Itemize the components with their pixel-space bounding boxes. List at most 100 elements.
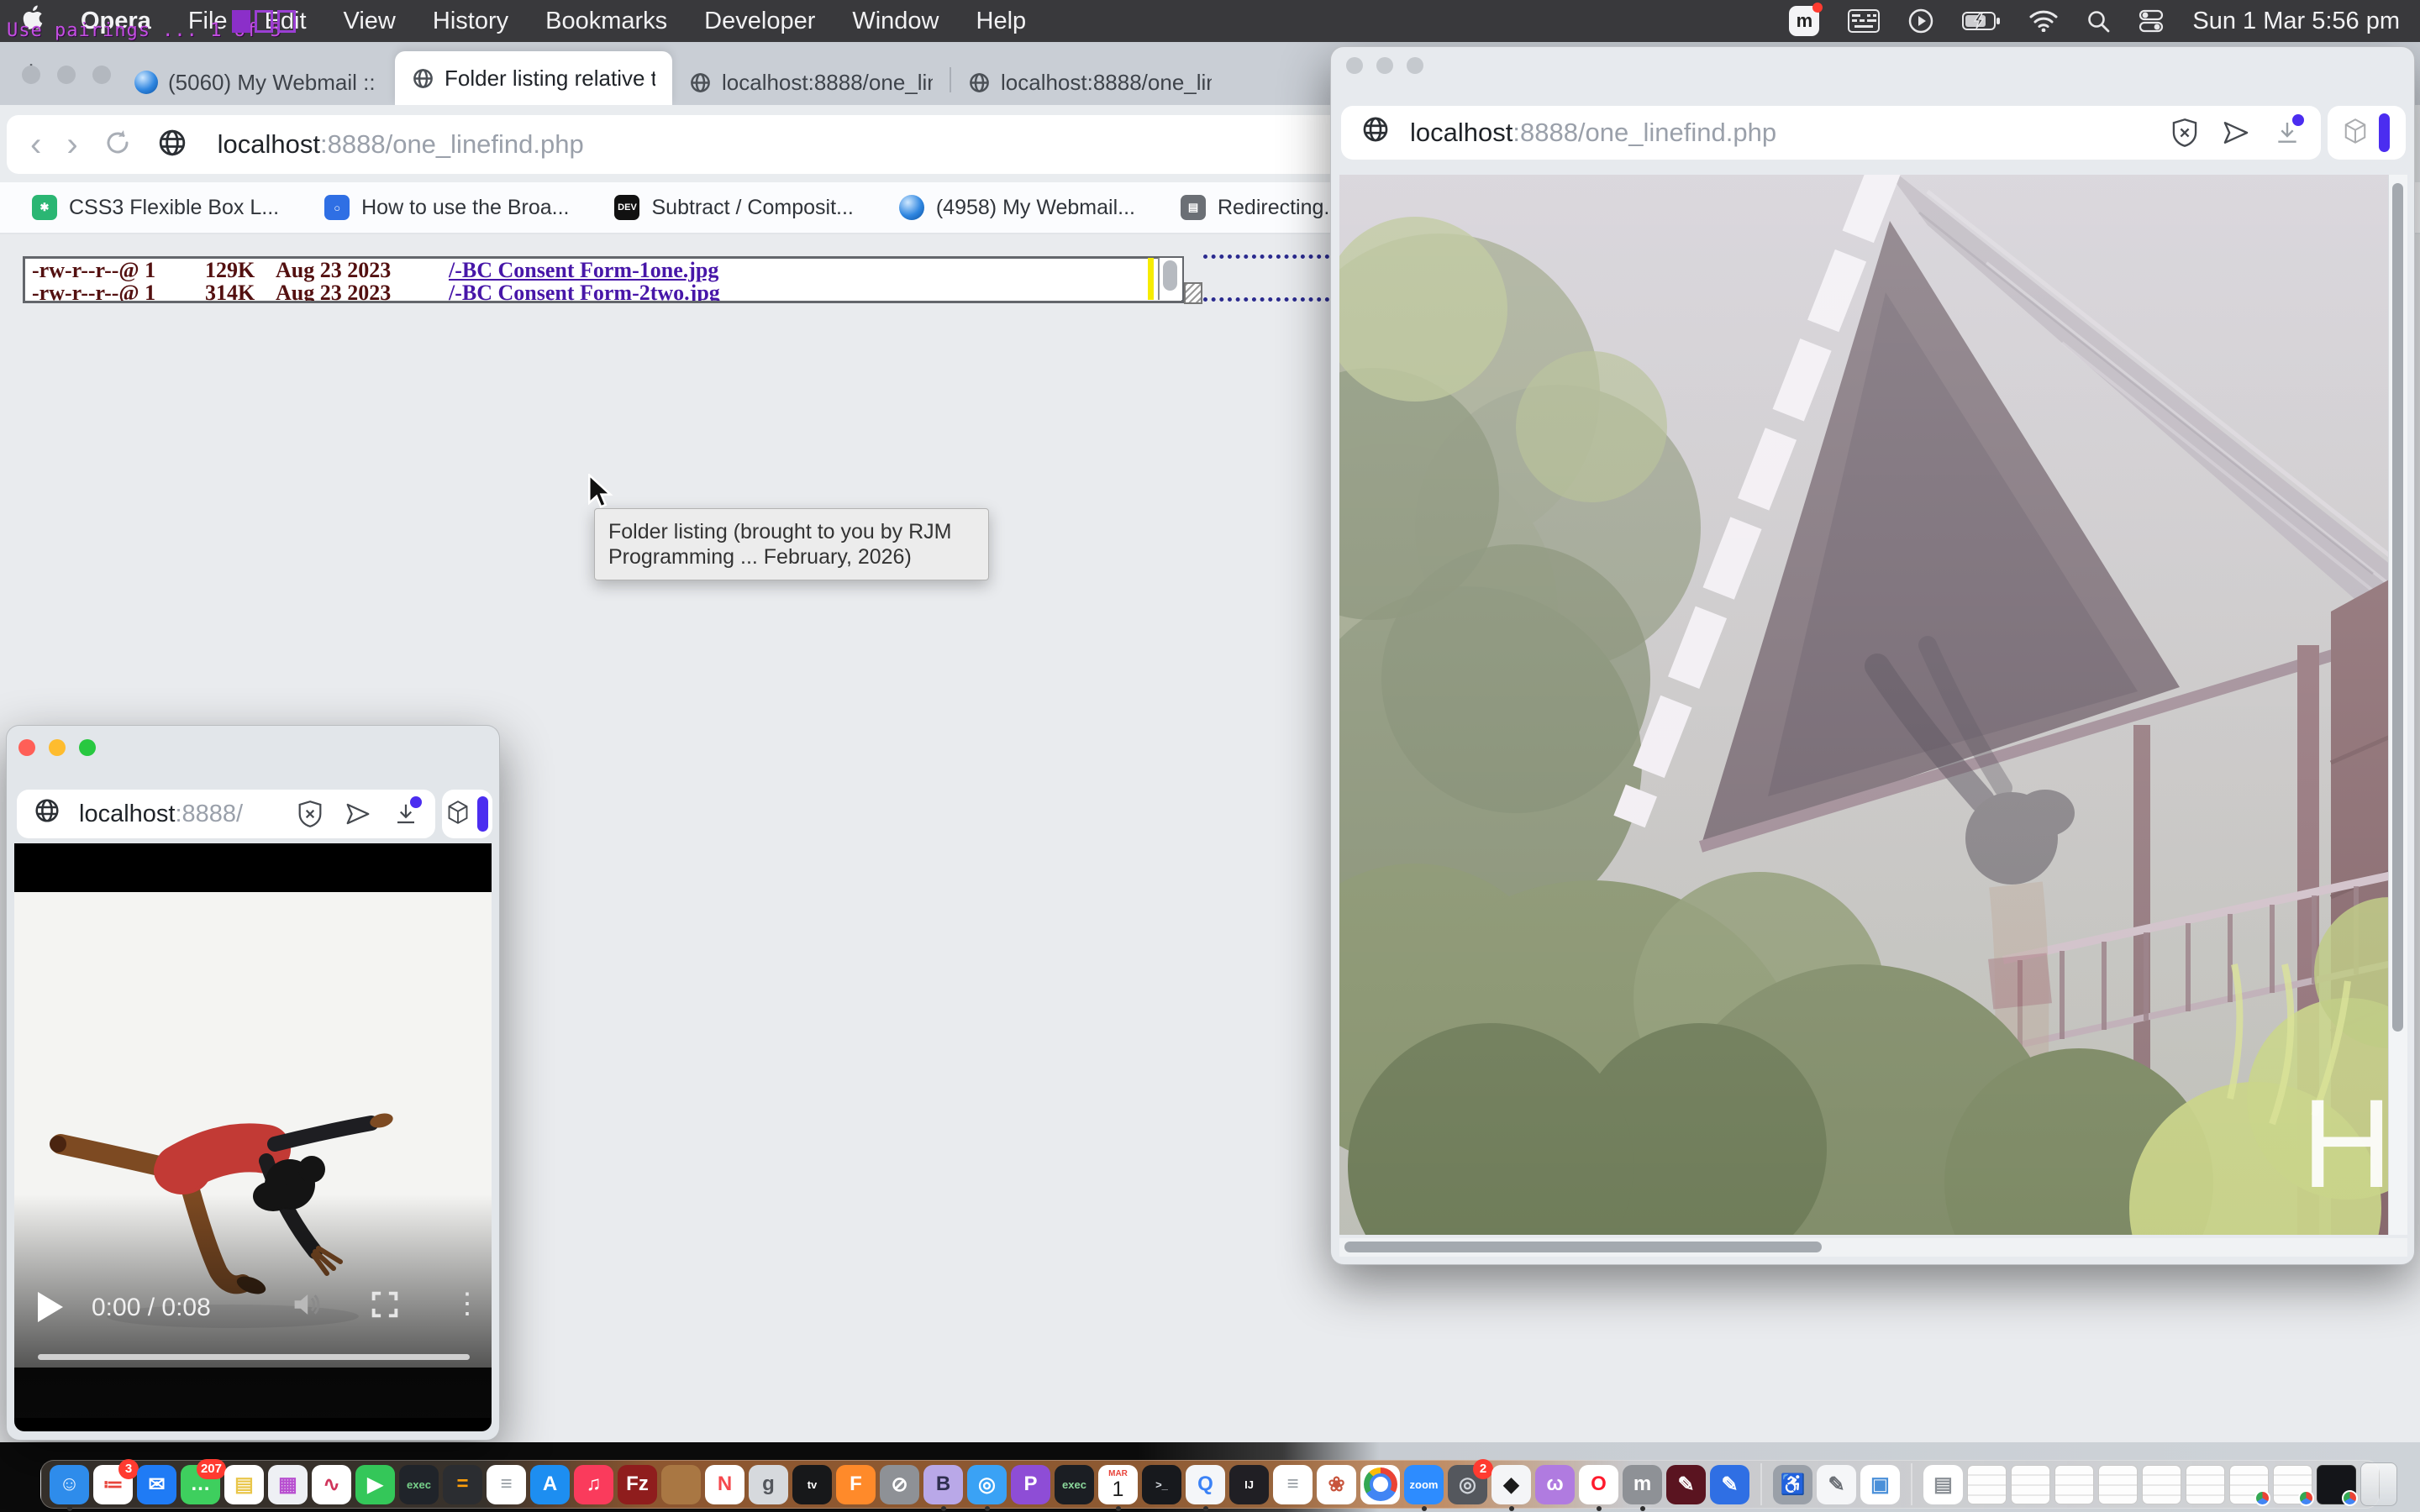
- window-controls[interactable]: [22, 66, 111, 84]
- close-button[interactable]: [22, 66, 40, 84]
- close-button[interactable]: [18, 739, 35, 756]
- min-window-8[interactable]: [2273, 1465, 2312, 1504]
- bbedit-icon[interactable]: B: [923, 1465, 963, 1504]
- tab-2[interactable]: Folder listing relative to: [395, 51, 672, 105]
- play-circle-icon[interactable]: [1908, 8, 1933, 34]
- send-to-device-icon[interactable]: [2222, 119, 2250, 146]
- small-extensions-pill[interactable]: [442, 790, 492, 838]
- no-entry-icon[interactable]: ⊘: [880, 1465, 919, 1504]
- small-window-controls[interactable]: [18, 739, 96, 756]
- download-icon[interactable]: [2274, 119, 2301, 146]
- large-address-bar[interactable]: localhost:8888/one_linefind.php: [1341, 106, 2321, 160]
- listing-scrollbar[interactable]: [1158, 258, 1182, 300]
- send-to-device-icon[interactable]: [345, 801, 371, 827]
- bookmark-broadcast[interactable]: ○How to use the Broa...: [324, 195, 569, 220]
- quicktime-icon[interactable]: Q: [1186, 1465, 1225, 1504]
- menu-item-developer[interactable]: Developer: [704, 8, 815, 35]
- menu-item-history[interactable]: History: [433, 8, 508, 35]
- file-link[interactable]: /-BC Consent Form-1one.jpg: [449, 258, 718, 282]
- document-stack-icon[interactable]: ▤: [1923, 1465, 1963, 1504]
- bookmark-webmail[interactable]: (4958) My Webmail...: [899, 195, 1135, 220]
- min-window-1[interactable]: [1967, 1465, 2007, 1504]
- health-wave-icon[interactable]: ∿: [312, 1465, 351, 1504]
- url-text[interactable]: localhost:8888/: [79, 801, 243, 828]
- back-button[interactable]: ‹: [30, 128, 41, 161]
- control-center-icon[interactable]: [2139, 8, 2164, 34]
- textedit-2-icon[interactable]: ≡: [1273, 1465, 1313, 1504]
- wifi-icon[interactable]: [2029, 10, 2058, 32]
- listing-resize-handle[interactable]: [1184, 282, 1202, 304]
- min-window-4[interactable]: [2098, 1465, 2138, 1504]
- tab-1[interactable]: (5060) My Webmail :: Inb: [118, 60, 395, 105]
- min-window-5[interactable]: [2142, 1465, 2181, 1504]
- music-icon[interactable]: ♫: [574, 1465, 613, 1504]
- file-link[interactable]: /-BC Consent Form-2two.jpg: [449, 281, 720, 303]
- zoom-button[interactable]: [79, 739, 96, 756]
- tab-4[interactable]: localhost:8888/one_line: [951, 60, 1228, 105]
- terminal-prompt-icon[interactable]: >_: [1142, 1465, 1181, 1504]
- min-window-black[interactable]: [2317, 1465, 2356, 1504]
- large-extensions-pill[interactable]: [2328, 106, 2406, 160]
- forward-button[interactable]: ›: [66, 128, 77, 161]
- bookmark-dev[interactable]: DEVSubtract / Composit...: [614, 195, 853, 220]
- trash-icon[interactable]: [2360, 1462, 2397, 1506]
- cube-icon[interactable]: [2344, 118, 2367, 148]
- cat-app-icon[interactable]: ω: [1535, 1465, 1575, 1504]
- minimize-button[interactable]: [49, 739, 66, 756]
- facetime-icon[interactable]: ▶: [355, 1465, 395, 1504]
- vertical-scrollbar[interactable]: [2388, 175, 2407, 1235]
- url-text[interactable]: localhost:8888/one_linefind.php: [1410, 118, 1776, 148]
- minimize-button[interactable]: [57, 66, 76, 84]
- textedit-icon[interactable]: ≡: [487, 1465, 526, 1504]
- large-window-controls[interactable]: [1346, 57, 1423, 74]
- min-window-3[interactable]: [2054, 1465, 2094, 1504]
- m-app-icon[interactable]: m: [1623, 1465, 1662, 1504]
- url-text[interactable]: localhost:8888/one_linefind.php: [218, 129, 584, 160]
- opera-icon[interactable]: O: [1579, 1465, 1618, 1504]
- calculator-icon[interactable]: =: [443, 1465, 482, 1504]
- intellij-icon[interactable]: IJ: [1229, 1465, 1269, 1504]
- shield-block-icon[interactable]: [297, 801, 323, 827]
- menu-clock[interactable]: Sun 1 Mar 5:56 pm: [2192, 8, 2400, 35]
- podcasts-icon[interactable]: P: [1011, 1465, 1050, 1504]
- sidebar-indicator[interactable]: [2379, 113, 2390, 152]
- mail-icon[interactable]: ✉: [137, 1465, 176, 1504]
- overflow-menu-icon[interactable]: ⋮: [453, 1287, 481, 1320]
- spotlight-search-icon[interactable]: [2086, 9, 2110, 33]
- pen-red-icon[interactable]: ✎: [1666, 1465, 1706, 1504]
- download-icon[interactable]: [393, 801, 418, 827]
- accessibility-icon[interactable]: ♿: [1773, 1465, 1812, 1504]
- menu-item-help[interactable]: Help: [976, 8, 1027, 35]
- min-window-7[interactable]: [2229, 1465, 2269, 1504]
- cube-icon[interactable]: [447, 801, 469, 828]
- menu-item-window[interactable]: Window: [852, 8, 939, 35]
- inkscape-icon[interactable]: ◆: [1491, 1465, 1531, 1504]
- min-window-2[interactable]: [2011, 1465, 2050, 1504]
- reminders-icon[interactable]: ≔3: [93, 1465, 133, 1504]
- launchpad-icon[interactable]: ▦: [268, 1465, 308, 1504]
- books-icon[interactable]: [661, 1465, 701, 1504]
- pen-blue-icon[interactable]: ✎: [1710, 1465, 1749, 1504]
- bookmark-document[interactable]: ▤Redirecting...: [1181, 195, 1341, 220]
- messages-icon[interactable]: …207: [181, 1465, 220, 1504]
- terminal-exec-icon[interactable]: exec: [399, 1465, 439, 1504]
- horizontal-scrollbar[interactable]: [1339, 1238, 2407, 1257]
- safari-icon[interactable]: ◎: [967, 1465, 1007, 1504]
- small-address-bar[interactable]: localhost:8888/: [17, 790, 435, 838]
- sidebar-indicator[interactable]: [477, 796, 488, 832]
- art-palette-icon[interactable]: ❀: [1317, 1465, 1356, 1504]
- min-window-6[interactable]: [2186, 1465, 2225, 1504]
- folder-listing-box[interactable]: -rw-r--r--@ 1129KAug 23 2023/-BC Consent…: [23, 256, 1184, 303]
- keyboard-icon[interactable]: [1848, 9, 1880, 33]
- menu-item-bookmarks[interactable]: Bookmarks: [545, 8, 667, 35]
- video-progress-bar[interactable]: [38, 1354, 470, 1360]
- zoom-button[interactable]: [92, 66, 111, 84]
- reload-button[interactable]: [103, 129, 132, 161]
- notes-pencil-icon[interactable]: ✎: [1817, 1465, 1856, 1504]
- fullscreen-icon[interactable]: [371, 1290, 399, 1326]
- zoom-button[interactable]: [1407, 57, 1423, 74]
- shield-block-icon[interactable]: [2171, 118, 2198, 147]
- calendar-icon[interactable]: MAR1: [1098, 1465, 1138, 1504]
- chrome-icon[interactable]: [1360, 1465, 1400, 1504]
- video-player[interactable]: 0:00 / 0:08 ⋮: [14, 843, 492, 1431]
